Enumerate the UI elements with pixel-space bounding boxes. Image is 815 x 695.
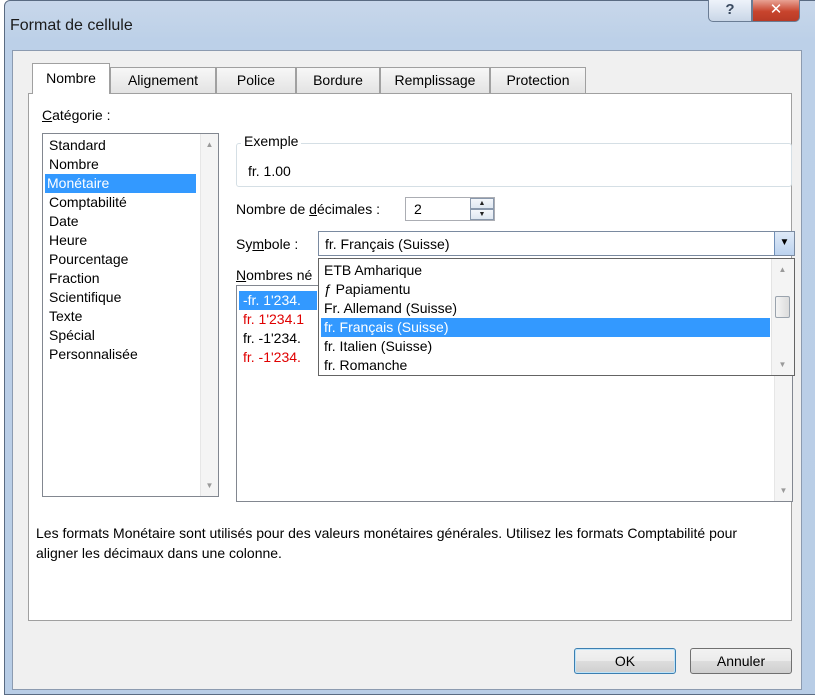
category-item-personnalisee[interactable]: Personnalisée (47, 345, 140, 364)
format-description: Les formats Monétaire sont utilisés pour… (36, 525, 738, 561)
negative-item[interactable]: fr. -1'234. (243, 329, 301, 348)
symbol-option[interactable]: Fr. Allemand (Suisse) (321, 299, 770, 318)
category-item-pourcentage[interactable]: Pourcentage (47, 250, 130, 269)
negative-item[interactable]: -fr. 1'234. (239, 291, 317, 310)
symbol-option[interactable]: fr. Italien (Suisse) (321, 337, 770, 356)
tab-bordure[interactable]: Bordure (296, 67, 380, 93)
symbol-label: Symbole : (236, 236, 299, 252)
example-groupbox (236, 143, 792, 187)
close-x-icon: ✕ (769, 1, 783, 18)
symbol-dropdown-list[interactable]: ETB Amharique ƒ Papiamentu Fr. Allemand … (318, 258, 795, 376)
decimals-value: 2 (414, 201, 422, 217)
category-listbox[interactable]: Standard Nombre Monétaire Comptabilité D… (42, 133, 219, 497)
category-label: Catégorie : (42, 107, 111, 123)
symbol-option-selected[interactable]: fr. Français (Suisse) (321, 318, 770, 337)
cancel-button[interactable]: Annuler (690, 648, 792, 674)
category-item-scientifique[interactable]: Scientifique (47, 288, 123, 307)
category-scrollbar[interactable]: ▲ ▼ (200, 134, 218, 496)
symbol-option[interactable]: fr. Romanche (321, 356, 770, 375)
combo-dropdown-button[interactable]: ▼ (774, 232, 794, 255)
category-item-nombre[interactable]: Nombre (47, 155, 101, 174)
decimals-spinner[interactable]: ▲ ▼ (470, 198, 494, 220)
category-item-heure[interactable]: Heure (47, 231, 89, 250)
category-item-date[interactable]: Date (47, 212, 81, 231)
example-value: fr. 1.00 (248, 163, 291, 179)
category-item-fraction[interactable]: Fraction (47, 269, 102, 288)
category-item-comptabilite[interactable]: Comptabilité (47, 193, 129, 212)
symbol-option[interactable]: ETB Amharique (321, 261, 770, 280)
scroll-down-arrow-icon[interactable]: ▼ (201, 477, 218, 494)
tab-alignement[interactable]: Alignement (110, 67, 216, 93)
negative-item[interactable]: fr. -1'234. (243, 348, 301, 367)
category-item-standard[interactable]: Standard (47, 136, 108, 155)
help-button[interactable]: ? (708, 0, 752, 22)
scroll-up-arrow-icon[interactable]: ▲ (201, 136, 218, 153)
symbol-option[interactable]: ƒ Papiamentu (321, 280, 770, 299)
scroll-down-arrow-icon[interactable]: ▼ (774, 356, 791, 373)
tab-remplissage[interactable]: Remplissage (380, 67, 490, 93)
ok-button[interactable]: OK (574, 648, 676, 674)
category-item-monetaire[interactable]: Monétaire (45, 174, 196, 193)
chevron-down-icon: ▼ (779, 237, 790, 248)
symbol-value: fr. Français (Suisse) (325, 236, 450, 252)
negative-item[interactable]: fr. 1'234.1 (243, 310, 304, 329)
scroll-up-arrow-icon[interactable]: ▲ (774, 261, 791, 278)
scroll-down-arrow-icon[interactable]: ▼ (775, 482, 792, 499)
tab-protection[interactable]: Protection (490, 67, 586, 93)
scroll-thumb[interactable] (775, 296, 790, 318)
symbol-combobox[interactable]: fr. Français (Suisse) (318, 231, 795, 256)
question-mark-icon: ? (725, 1, 735, 18)
tab-nombre[interactable]: Nombre (32, 63, 110, 94)
category-item-special[interactable]: Spécial (47, 326, 97, 345)
close-button[interactable]: ✕ (752, 0, 800, 22)
example-label: Exemple (241, 133, 302, 149)
spin-down-icon[interactable]: ▼ (470, 209, 494, 220)
spin-up-icon[interactable]: ▲ (470, 198, 494, 209)
decimals-label: Nombre de décimales : (236, 201, 380, 217)
negatives-label: Nombres né (236, 267, 313, 283)
category-item-texte[interactable]: Texte (47, 307, 84, 326)
window-title: Format de cellule (10, 17, 133, 34)
tab-police[interactable]: Police (216, 67, 296, 93)
dropdown-scrollbar[interactable]: ▲ ▼ (771, 259, 794, 375)
